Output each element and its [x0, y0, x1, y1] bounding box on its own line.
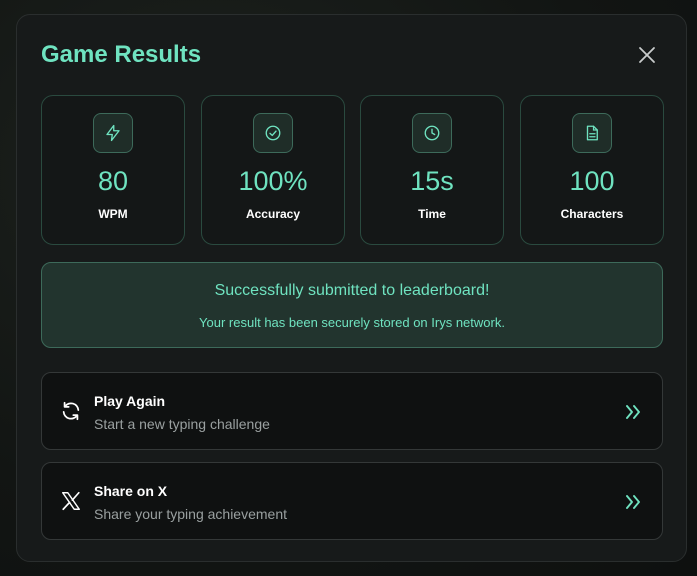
stat-value-accuracy: 100%: [238, 166, 308, 196]
share-on-x-title: Share on X: [94, 483, 168, 499]
stat-icon-box: [253, 113, 293, 153]
stat-value-time: 15s: [410, 166, 454, 196]
play-again-description: Start a new typing challenge: [94, 416, 270, 432]
refresh-icon: [62, 401, 80, 421]
stat-label-characters: Characters: [560, 207, 624, 221]
close-icon[interactable]: [638, 46, 656, 64]
stat-label-accuracy: Accuracy: [245, 207, 301, 221]
check-circle-icon: [265, 125, 281, 141]
share-on-x-button[interactable]: Share on X Share your typing achievement: [41, 462, 663, 540]
play-again-button[interactable]: Play Again Start a new typing challenge: [41, 372, 663, 450]
double-chevron-right-icon: [626, 405, 640, 419]
success-message: Successfully submitted to leaderboard!: [214, 282, 490, 299]
stat-card-accuracy: 100% Accuracy: [201, 95, 345, 245]
play-again-title: Play Again: [94, 393, 166, 409]
stat-label-wpm: WPM: [98, 207, 128, 221]
game-results-modal: Game Results 80 WPM 100% Accuracy 15s Ti…: [16, 14, 687, 562]
lightning-icon: [106, 124, 120, 142]
stat-card-time: 15s Time: [360, 95, 504, 245]
success-banner: Successfully submitted to leaderboard! Y…: [41, 262, 663, 348]
stat-value-characters: 100: [569, 166, 615, 196]
stat-label-time: Time: [418, 207, 446, 221]
stat-value-wpm: 80: [97, 166, 129, 196]
double-chevron-right-icon: [626, 495, 640, 509]
stat-card-wpm: 80 WPM: [41, 95, 185, 245]
stat-icon-box: [412, 113, 452, 153]
clock-icon: [424, 125, 440, 141]
stat-card-characters: 100 Characters: [520, 95, 664, 245]
document-icon: [586, 125, 598, 141]
share-on-x-description: Share your typing achievement: [94, 506, 287, 522]
x-logo-icon: [62, 491, 80, 511]
stats-row: 80 WPM 100% Accuracy 15s Time 100 Charac…: [41, 95, 664, 245]
success-detail: Your result has been securely stored on …: [199, 315, 505, 330]
stat-icon-box: [93, 113, 133, 153]
modal-title: Game Results: [41, 41, 202, 68]
stat-icon-box: [572, 113, 612, 153]
